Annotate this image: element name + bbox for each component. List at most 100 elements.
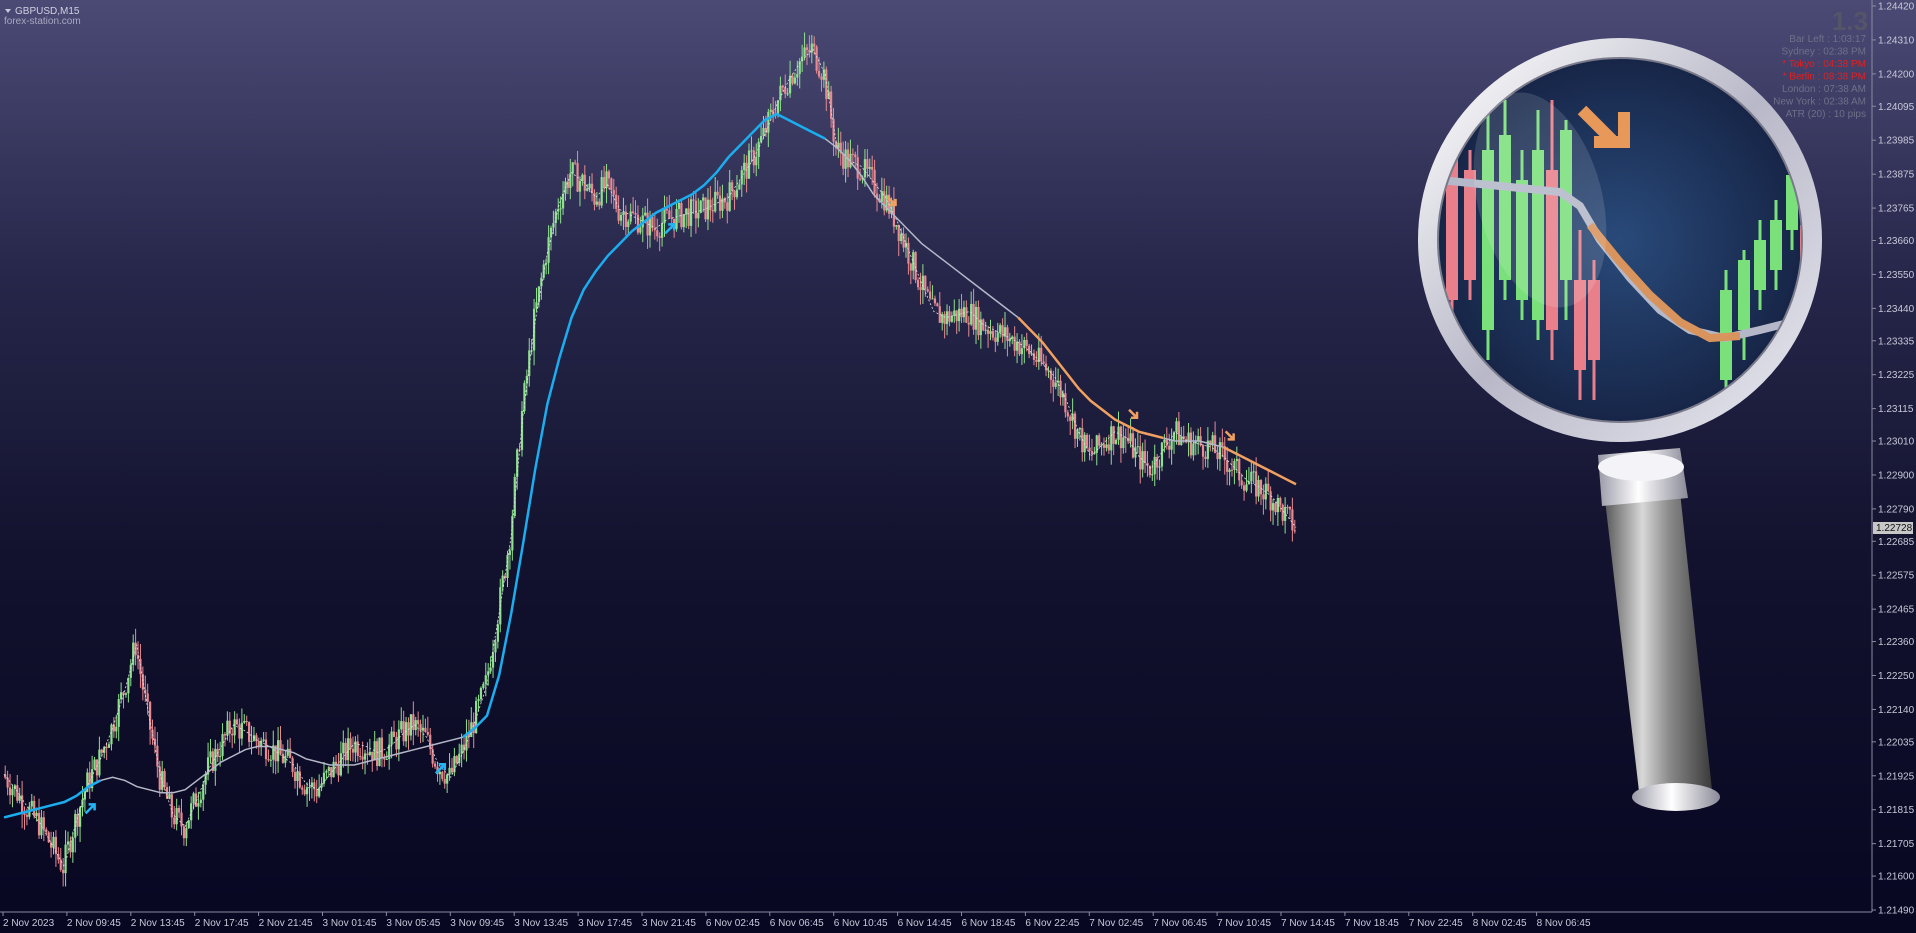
candle-body: [1170, 439, 1173, 450]
candle-body: [424, 727, 427, 733]
candle-body: [168, 794, 171, 799]
candle-body: [615, 194, 618, 209]
candle-body: [731, 182, 734, 191]
candle-body: [223, 734, 227, 736]
info-row: * Tokyo : 04:38 PM: [1782, 59, 1866, 70]
candle-body: [627, 221, 630, 228]
candle-body: [197, 803, 200, 807]
candle-body: [1245, 484, 1248, 491]
candle-body: [1044, 363, 1048, 371]
candle-body: [45, 829, 48, 833]
candle-body: [419, 724, 422, 731]
candle-body: [296, 771, 299, 781]
candle-body: [226, 720, 229, 736]
candle-body: [1141, 451, 1144, 470]
candle-body: [330, 767, 333, 778]
candle-body: [219, 755, 222, 758]
candle-body: [880, 191, 883, 202]
candle-body: [245, 720, 248, 723]
candle-body: [868, 166, 871, 169]
candle-body: [1015, 341, 1019, 351]
candle-body: [820, 76, 823, 80]
info-row: London : 07:38 AM: [1782, 84, 1866, 95]
candle-body: [325, 770, 328, 773]
candle-body: [1269, 491, 1272, 511]
candle-body: [907, 242, 910, 264]
candle-body: [750, 150, 753, 152]
candle-body: [1252, 471, 1255, 473]
candle-body: [6, 777, 9, 788]
candle-body: [1291, 509, 1294, 531]
candle-body: [916, 280, 920, 288]
candle-body: [11, 789, 14, 796]
candle-body: [409, 714, 413, 736]
candle-body: [484, 675, 487, 684]
candle-body: [1013, 336, 1016, 351]
candle-body: [482, 683, 485, 688]
x-tick-label: 2 Nov 2023: [3, 918, 55, 929]
candle-body: [347, 738, 350, 761]
x-tick-label: 8 Nov 06:45: [1537, 918, 1591, 929]
candle-body: [37, 812, 41, 836]
candle-body: [182, 826, 186, 839]
candle-body: [303, 789, 306, 795]
candle-body: [1271, 503, 1275, 511]
x-tick-label: 2 Nov 09:45: [67, 918, 121, 929]
candle-body: [1233, 461, 1236, 470]
y-tick-label: 1.23550: [1878, 270, 1915, 281]
candle-body: [598, 201, 601, 206]
candle-body: [793, 77, 796, 84]
candle-body: [619, 215, 623, 221]
candle-body: [443, 778, 446, 784]
y-tick-label: 1.22465: [1878, 605, 1915, 616]
dropdown-triangle-icon[interactable]: [5, 9, 11, 13]
y-tick-label: 1.22360: [1878, 637, 1915, 648]
candle-body: [1076, 429, 1079, 439]
candle-body: [921, 275, 924, 290]
candle-body: [450, 767, 454, 773]
candle-body: [685, 208, 688, 215]
moving-average-segment: [872, 193, 1019, 319]
candle-body: [202, 784, 205, 800]
candle-body: [1279, 497, 1282, 505]
candle-body: [252, 735, 256, 741]
candle-body: [276, 740, 280, 762]
candle-body: [636, 214, 640, 233]
candle-body: [755, 156, 758, 166]
candle-body: [1098, 435, 1101, 446]
candle-body: [1069, 416, 1072, 421]
candle-body: [706, 199, 710, 220]
candle-body: [624, 211, 627, 228]
candle-body: [658, 236, 661, 238]
candle-body: [441, 771, 444, 779]
candle-body: [714, 191, 717, 212]
arrow-up-icon: [84, 803, 96, 815]
y-tick-label: 1.23115: [1878, 404, 1914, 415]
candle-body: [897, 225, 900, 241]
candle-body: [1040, 347, 1043, 362]
candle-body: [243, 720, 246, 723]
candle-body: [1189, 432, 1193, 456]
candle-body: [494, 641, 497, 653]
y-tick-label: 1.24095: [1878, 102, 1915, 113]
candle-body: [856, 157, 859, 179]
moving-average-group: [3, 48, 1297, 868]
candle-body: [634, 213, 637, 215]
candle-body: [344, 742, 347, 761]
candle-body: [767, 111, 770, 133]
moving-average-segment: [1017, 316, 1164, 440]
x-tick-label: 7 Nov 02:45: [1089, 918, 1143, 929]
y-tick-label: 1.22250: [1878, 671, 1915, 682]
candle-body: [680, 202, 683, 228]
candle-body: [617, 208, 620, 221]
candle-body: [363, 753, 367, 760]
candle-body: [132, 642, 135, 665]
x-axis-ticks: 2 Nov 2023 2 Nov 09:45 2 Nov 13:45 2 Nov 17…: [2, 912, 1591, 929]
candle-body: [815, 46, 818, 71]
y-tick-label: 1.22790: [1878, 504, 1915, 515]
candle-body: [970, 303, 973, 325]
candle-body: [1086, 434, 1089, 448]
info-row: Sydney : 02:38 PM: [1782, 47, 1867, 58]
candle-body: [1247, 481, 1251, 485]
candle-body: [1201, 445, 1205, 457]
